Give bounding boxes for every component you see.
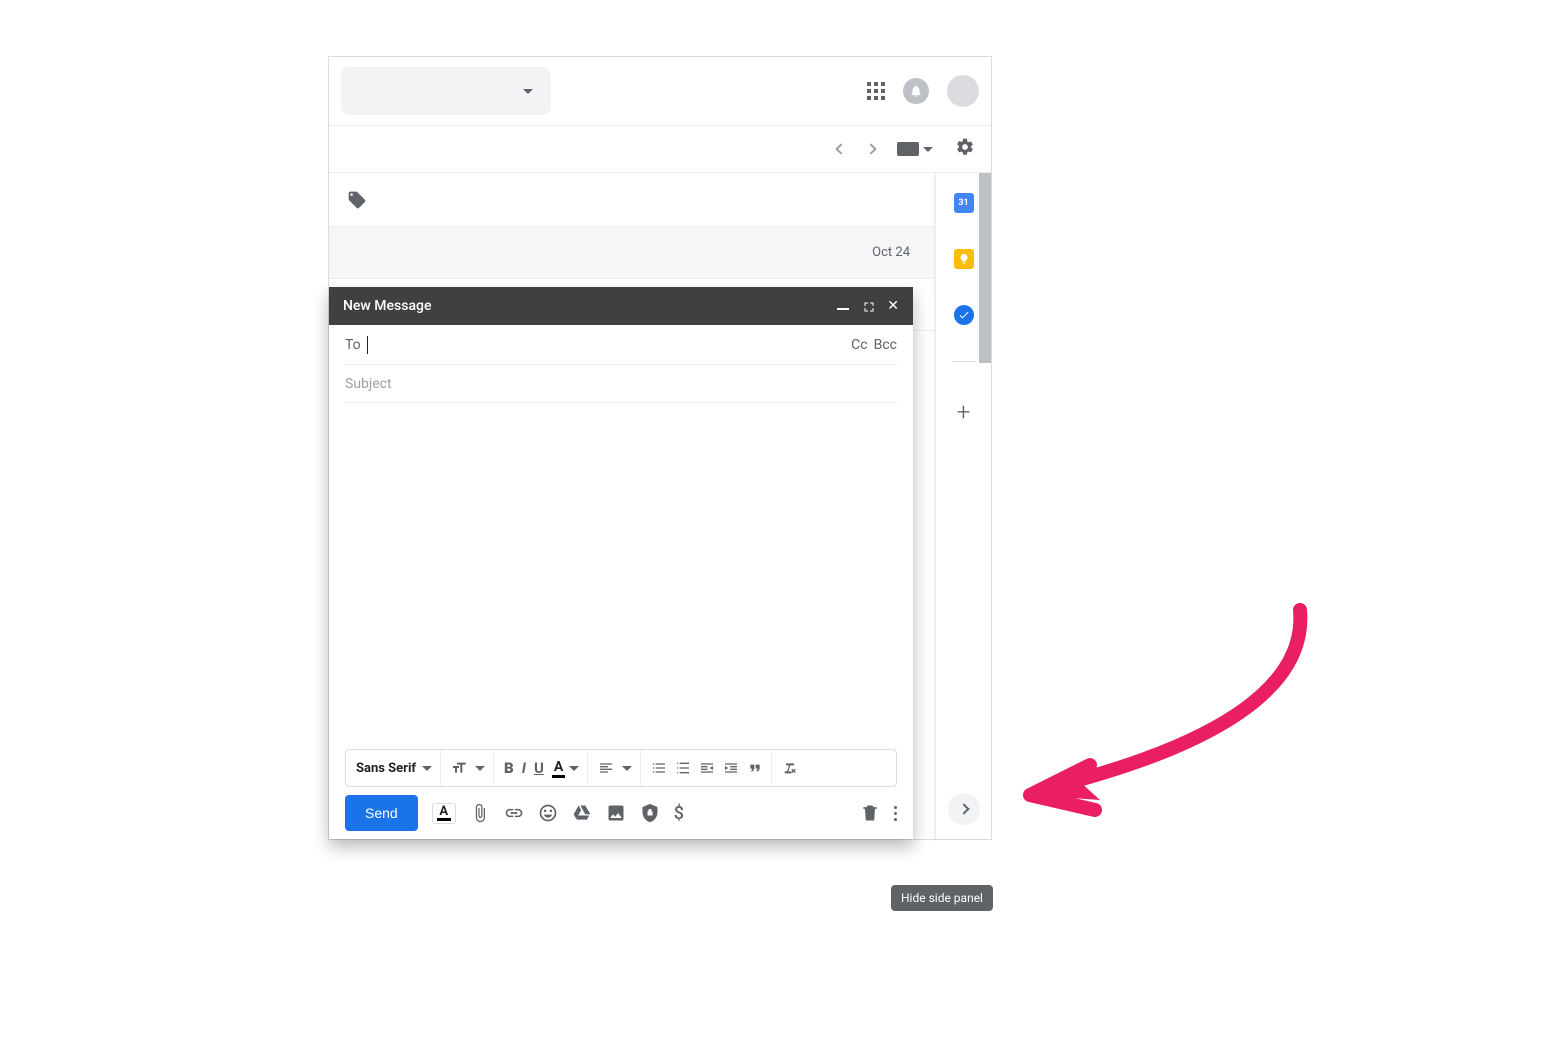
compose-title: New Message <box>343 298 431 314</box>
compose-body[interactable] <box>329 403 913 749</box>
fullscreen-icon[interactable] <box>863 301 873 311</box>
account-avatar[interactable] <box>947 75 979 107</box>
top-right-icons <box>867 75 979 107</box>
input-tools-icon[interactable] <box>897 142 933 156</box>
more-options-icon[interactable] <box>894 806 897 821</box>
discard-draft-icon[interactable] <box>860 803 880 823</box>
bold-button[interactable]: B <box>504 759 514 777</box>
confidential-mode-icon[interactable] <box>640 803 660 823</box>
calendar-icon[interactable]: 31 <box>954 193 974 213</box>
cc-button[interactable]: Cc <box>851 337 867 353</box>
to-field-row[interactable]: To Cc Bcc <box>345 325 897 365</box>
bullet-list-icon[interactable] <box>675 760 691 776</box>
scrollbar[interactable] <box>979 173 991 363</box>
search-dropdown[interactable] <box>341 67 551 115</box>
send-button[interactable]: Send <box>345 795 418 831</box>
chevron-down-icon <box>523 89 533 94</box>
close-icon[interactable]: ✕ <box>887 298 899 314</box>
subject-placeholder: Subject <box>345 376 392 392</box>
compose-footer: Send A <box>329 787 913 839</box>
notifications-icon[interactable] <box>903 78 929 104</box>
prev-page-icon[interactable] <box>835 143 846 154</box>
hide-panel-tooltip: Hide side panel <box>891 885 993 911</box>
to-label: To <box>345 337 361 353</box>
numbered-list-icon[interactable] <box>651 760 667 776</box>
insert-emoji-icon[interactable] <box>538 803 558 823</box>
add-addon-icon[interactable]: + <box>957 398 971 426</box>
hide-side-panel-button[interactable] <box>948 793 980 825</box>
top-bar <box>329 57 991 125</box>
indent-less-icon[interactable] <box>699 760 715 776</box>
next-page-icon[interactable] <box>865 143 876 154</box>
align-button[interactable] <box>598 760 614 776</box>
chevron-down-icon <box>622 766 632 771</box>
text-cursor <box>367 336 368 354</box>
send-money-icon[interactable]: $ <box>674 803 684 824</box>
minimize-icon[interactable] <box>837 308 849 310</box>
font-family-dropdown[interactable]: Sans Serif <box>356 761 432 776</box>
insert-drive-icon[interactable] <box>572 803 592 823</box>
insert-photo-icon[interactable] <box>606 803 626 823</box>
compose-header[interactable]: New Message ✕ <box>329 287 913 325</box>
quote-icon[interactable] <box>747 760 763 776</box>
underline-button[interactable]: U <box>534 759 544 777</box>
action-bar <box>329 125 991 173</box>
label-row[interactable] <box>329 173 934 227</box>
settings-gear-icon[interactable] <box>955 137 975 161</box>
rail-divider <box>952 361 976 362</box>
chevron-down-icon <box>475 766 485 771</box>
bcc-button[interactable]: Bcc <box>874 337 897 353</box>
italic-button[interactable]: I <box>522 759 526 777</box>
subject-field[interactable]: Subject <box>345 365 897 403</box>
text-color-button[interactable]: A <box>552 759 579 778</box>
main-area: Oct 24 Oct 24 31 + New Message <box>329 173 991 839</box>
compose-window: New Message ✕ To Cc Bcc Subject <box>329 287 913 839</box>
keep-icon[interactable] <box>954 249 974 269</box>
indent-more-icon[interactable] <box>723 760 739 776</box>
message-row-1[interactable]: Oct 24 <box>329 227 934 279</box>
message-date: Oct 24 <box>872 245 910 260</box>
formatting-toolbar: Sans Serif B I U A <box>345 749 897 787</box>
apps-grid-icon[interactable] <box>867 82 885 100</box>
tasks-icon[interactable] <box>954 305 974 325</box>
annotation-arrow <box>1000 600 1320 830</box>
attach-file-icon[interactable] <box>470 803 490 823</box>
gmail-frame: Oct 24 Oct 24 31 + New Message <box>328 56 992 840</box>
font-size-icon[interactable] <box>451 760 467 776</box>
insert-link-icon[interactable] <box>504 803 524 823</box>
remove-formatting-icon[interactable] <box>782 760 798 776</box>
formatting-toggle-icon[interactable]: A <box>432 803 456 824</box>
